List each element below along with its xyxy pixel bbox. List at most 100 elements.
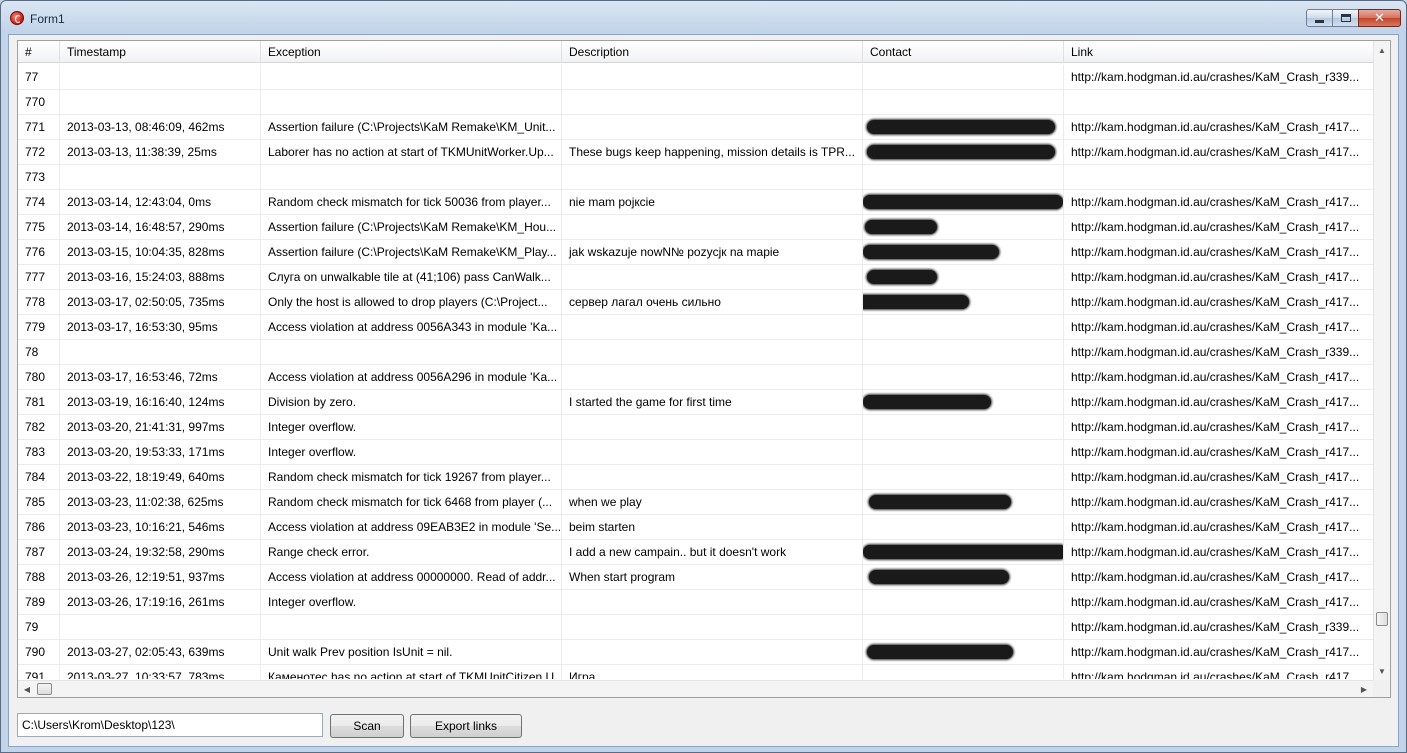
- cell-contact: [863, 190, 1064, 214]
- table-row[interactable]: 776 2013-03-15, 10:04:35, 828ms Assertion …: [18, 240, 1374, 265]
- cell-link[interactable]: http://kam.hodgman.id.au/crashes/KaM_Cra…: [1064, 265, 1374, 289]
- cell-link[interactable]: [1064, 165, 1374, 189]
- column-header-contact[interactable]: Contact: [863, 41, 1064, 63]
- cell-link[interactable]: http://kam.hodgman.id.au/crashes/KaM_Cra…: [1064, 515, 1374, 539]
- cell-description: [562, 215, 863, 239]
- cell-description: [562, 615, 863, 639]
- table-row[interactable]: 777 2013-03-16, 15:24:03, 888ms Слуга on u…: [18, 265, 1374, 290]
- column-header-exception[interactable]: Exception: [261, 41, 562, 63]
- cell-timestamp: 2013-03-14, 12:43:04, 0ms: [60, 190, 261, 214]
- cell-description: Игра: [562, 665, 863, 679]
- column-header-link[interactable]: Link: [1064, 41, 1374, 63]
- cell-link[interactable]: http://kam.hodgman.id.au/crashes/KaM_Cra…: [1064, 590, 1374, 614]
- cell-link[interactable]: http://kam.hodgman.id.au/crashes/KaM_Cra…: [1064, 365, 1374, 389]
- cell-number: 789: [18, 590, 60, 614]
- cell-timestamp: 2013-03-26, 17:19:16, 261ms: [60, 590, 261, 614]
- cell-link[interactable]: http://kam.hodgman.id.au/crashes/KaM_Cra…: [1064, 290, 1374, 314]
- close-button[interactable]: ✕: [1358, 9, 1401, 27]
- table-row[interactable]: 785 2013-03-23, 11:02:38, 625ms Random che…: [18, 490, 1374, 515]
- maximize-button[interactable]: [1332, 9, 1359, 27]
- cell-exception: Random check mismatch for tick 50036 fro…: [261, 190, 562, 214]
- cell-link[interactable]: http://kam.hodgman.id.au/crashes/KaM_Cra…: [1064, 190, 1374, 214]
- table-row[interactable]: 79 http://kam.hodgman.id.au/crashes/KaM_C…: [18, 615, 1374, 640]
- cell-contact: [863, 215, 1064, 239]
- horizontal-scrollbar[interactable]: ◀ ▶: [18, 680, 1374, 697]
- table-row[interactable]: 771 2013-03-13, 08:46:09, 462ms Assertion …: [18, 115, 1374, 140]
- cell-link[interactable]: http://kam.hodgman.id.au/crashes/KaM_Cra…: [1064, 665, 1374, 679]
- export-links-button[interactable]: Export links: [410, 714, 522, 738]
- cell-timestamp: 2013-03-17, 02:50:05, 735ms: [60, 290, 261, 314]
- table-row[interactable]: 791 2013-03-27, 10:33:57, 783ms Каменотес …: [18, 665, 1374, 679]
- table-row[interactable]: 784 2013-03-22, 18:19:49, 640ms Random che…: [18, 465, 1374, 490]
- cell-link[interactable]: http://kam.hodgman.id.au/crashes/KaM_Cra…: [1064, 415, 1374, 439]
- title-bar[interactable]: Form1 ✕: [1, 1, 1406, 35]
- cell-contact: [863, 240, 1064, 264]
- cell-timestamp: [60, 165, 261, 189]
- cell-timestamp: 2013-03-19, 16:16:40, 124ms: [60, 390, 261, 414]
- cell-description: [562, 340, 863, 364]
- column-header-number[interactable]: #: [18, 41, 60, 63]
- cell-link[interactable]: http://kam.hodgman.id.au/crashes/KaM_Cra…: [1064, 565, 1374, 589]
- cell-number: 79: [18, 615, 60, 639]
- redacted-contact-scribble: [863, 295, 969, 309]
- table-row[interactable]: 772 2013-03-13, 11:38:39, 25ms Laborer has…: [18, 140, 1374, 165]
- cell-link[interactable]: http://kam.hodgman.id.au/crashes/KaM_Cra…: [1064, 315, 1374, 339]
- scroll-up-icon[interactable]: ▲: [1374, 42, 1390, 58]
- horizontal-scroll-thumb[interactable]: [37, 683, 52, 695]
- cell-link[interactable]: http://kam.hodgman.id.au/crashes/KaM_Cra…: [1064, 340, 1374, 364]
- table-row[interactable]: 781 2013-03-19, 16:16:40, 124ms Division b…: [18, 390, 1374, 415]
- table-row[interactable]: 779 2013-03-17, 16:53:30, 95ms Access viol…: [18, 315, 1374, 340]
- cell-contact: [863, 640, 1064, 664]
- table-row[interactable]: 782 2013-03-20, 21:41:31, 997ms Integer ov…: [18, 415, 1374, 440]
- cell-link[interactable]: http://kam.hodgman.id.au/crashes/KaM_Cra…: [1064, 640, 1374, 664]
- cell-link[interactable]: http://kam.hodgman.id.au/crashes/KaM_Cra…: [1064, 440, 1374, 464]
- cell-link[interactable]: http://kam.hodgman.id.au/crashes/KaM_Cra…: [1064, 540, 1374, 564]
- table-row[interactable]: 778 2013-03-17, 02:50:05, 735ms Only the h…: [18, 290, 1374, 315]
- column-header-timestamp[interactable]: Timestamp: [60, 41, 261, 63]
- cell-timestamp: [60, 615, 261, 639]
- cell-timestamp: 2013-03-17, 16:53:30, 95ms: [60, 315, 261, 339]
- table-row[interactable]: 788 2013-03-26, 12:19:51, 937ms Access vio…: [18, 565, 1374, 590]
- table-row[interactable]: 774 2013-03-14, 12:43:04, 0ms Random check…: [18, 190, 1374, 215]
- cell-number: 78: [18, 340, 60, 364]
- table-row[interactable]: 790 2013-03-27, 02:05:43, 639ms Unit walk …: [18, 640, 1374, 665]
- cell-link[interactable]: http://kam.hodgman.id.au/crashes/KaM_Cra…: [1064, 140, 1374, 164]
- table-row[interactable]: 78 http://kam.hodgman.id.au/crashes/KaM_C…: [18, 340, 1374, 365]
- cell-contact: [863, 415, 1064, 439]
- cell-link[interactable]: http://kam.hodgman.id.au/crashes/KaM_Cra…: [1064, 240, 1374, 264]
- table-row[interactable]: 789 2013-03-26, 17:19:16, 261ms Integer ov…: [18, 590, 1374, 615]
- cell-contact: [863, 90, 1064, 114]
- table-row[interactable]: 775 2013-03-14, 16:48:57, 290ms Assertion …: [18, 215, 1374, 240]
- redacted-contact-scribble: [863, 195, 1063, 209]
- cell-contact: [863, 315, 1064, 339]
- scroll-down-icon[interactable]: ▼: [1374, 663, 1390, 679]
- cell-link[interactable]: http://kam.hodgman.id.au/crashes/KaM_Cra…: [1064, 490, 1374, 514]
- table-row[interactable]: 787 2013-03-24, 19:32:58, 290ms Range chec…: [18, 540, 1374, 565]
- table-row[interactable]: 786 2013-03-23, 10:16:21, 546ms Access vio…: [18, 515, 1374, 540]
- vertical-scroll-thumb[interactable]: [1376, 612, 1388, 626]
- column-header-description[interactable]: Description: [562, 41, 863, 63]
- table-row[interactable]: 773: [18, 165, 1374, 190]
- cell-description: [562, 265, 863, 289]
- app-icon[interactable]: [10, 11, 24, 25]
- table-row[interactable]: 770: [18, 90, 1374, 115]
- vertical-scrollbar[interactable]: ▲ ▼: [1373, 41, 1390, 681]
- cell-link[interactable]: http://kam.hodgman.id.au/crashes/KaM_Cra…: [1064, 390, 1374, 414]
- minimize-button[interactable]: [1306, 9, 1333, 27]
- path-input[interactable]: [17, 713, 323, 737]
- cell-link[interactable]: http://kam.hodgman.id.au/crashes/KaM_Cra…: [1064, 65, 1374, 89]
- cell-link[interactable]: http://kam.hodgman.id.au/crashes/KaM_Cra…: [1064, 215, 1374, 239]
- cell-link[interactable]: http://kam.hodgman.id.au/crashes/KaM_Cra…: [1064, 465, 1374, 489]
- cell-link[interactable]: http://kam.hodgman.id.au/crashes/KaM_Cra…: [1064, 115, 1374, 139]
- table-row[interactable]: 783 2013-03-20, 19:53:33, 171ms Integer ov…: [18, 440, 1374, 465]
- scroll-right-icon[interactable]: ▶: [1356, 681, 1372, 697]
- crash-report-grid[interactable]: # Timestamp Exception Description Contac…: [17, 40, 1391, 698]
- cell-timestamp: 2013-03-16, 15:24:03, 888ms: [60, 265, 261, 289]
- cell-exception: Random check mismatch for tick 19267 fro…: [261, 465, 562, 489]
- scroll-left-icon[interactable]: ◀: [19, 681, 35, 697]
- table-row[interactable]: 77 http://kam.hodgman.id.au/crashes/KaM_C…: [18, 65, 1374, 90]
- table-row[interactable]: 780 2013-03-17, 16:53:46, 72ms Access viol…: [18, 365, 1374, 390]
- scan-button[interactable]: Scan: [330, 714, 404, 738]
- cell-link[interactable]: [1064, 90, 1374, 114]
- cell-link[interactable]: http://kam.hodgman.id.au/crashes/KaM_Cra…: [1064, 615, 1374, 639]
